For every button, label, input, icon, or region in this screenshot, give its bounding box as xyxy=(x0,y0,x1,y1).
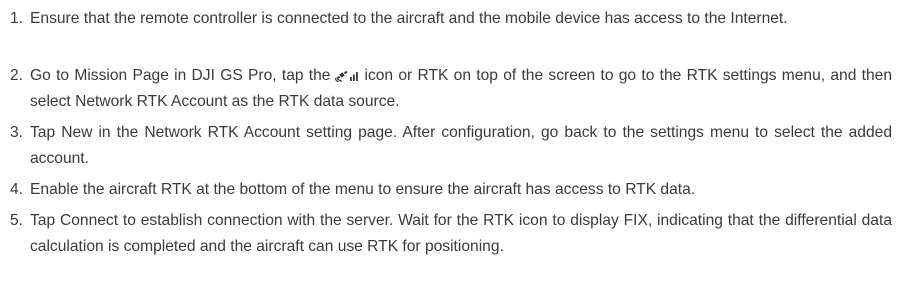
step-text: Ensure that the remote controller is con… xyxy=(30,10,788,27)
step-number: 2. xyxy=(10,67,24,84)
satellite-signal-icon xyxy=(335,68,361,82)
step-number: 4. xyxy=(10,181,24,198)
step-number: 5. xyxy=(10,212,24,229)
step-text: Go to Mission Page in DJI GS Pro, tap th… xyxy=(30,63,892,115)
step-text: Tap Connect to establish connection with… xyxy=(30,212,892,255)
step-text-before-icon: Go to Mission Page in DJI GS Pro, tap th… xyxy=(30,67,331,84)
step-text: Tap New in the Network RTK Account setti… xyxy=(30,124,892,167)
step-number: 1. xyxy=(10,10,24,27)
step-text: Enable the aircraft RTK at the bottom of… xyxy=(30,181,696,198)
step-number: 3. xyxy=(10,124,24,141)
